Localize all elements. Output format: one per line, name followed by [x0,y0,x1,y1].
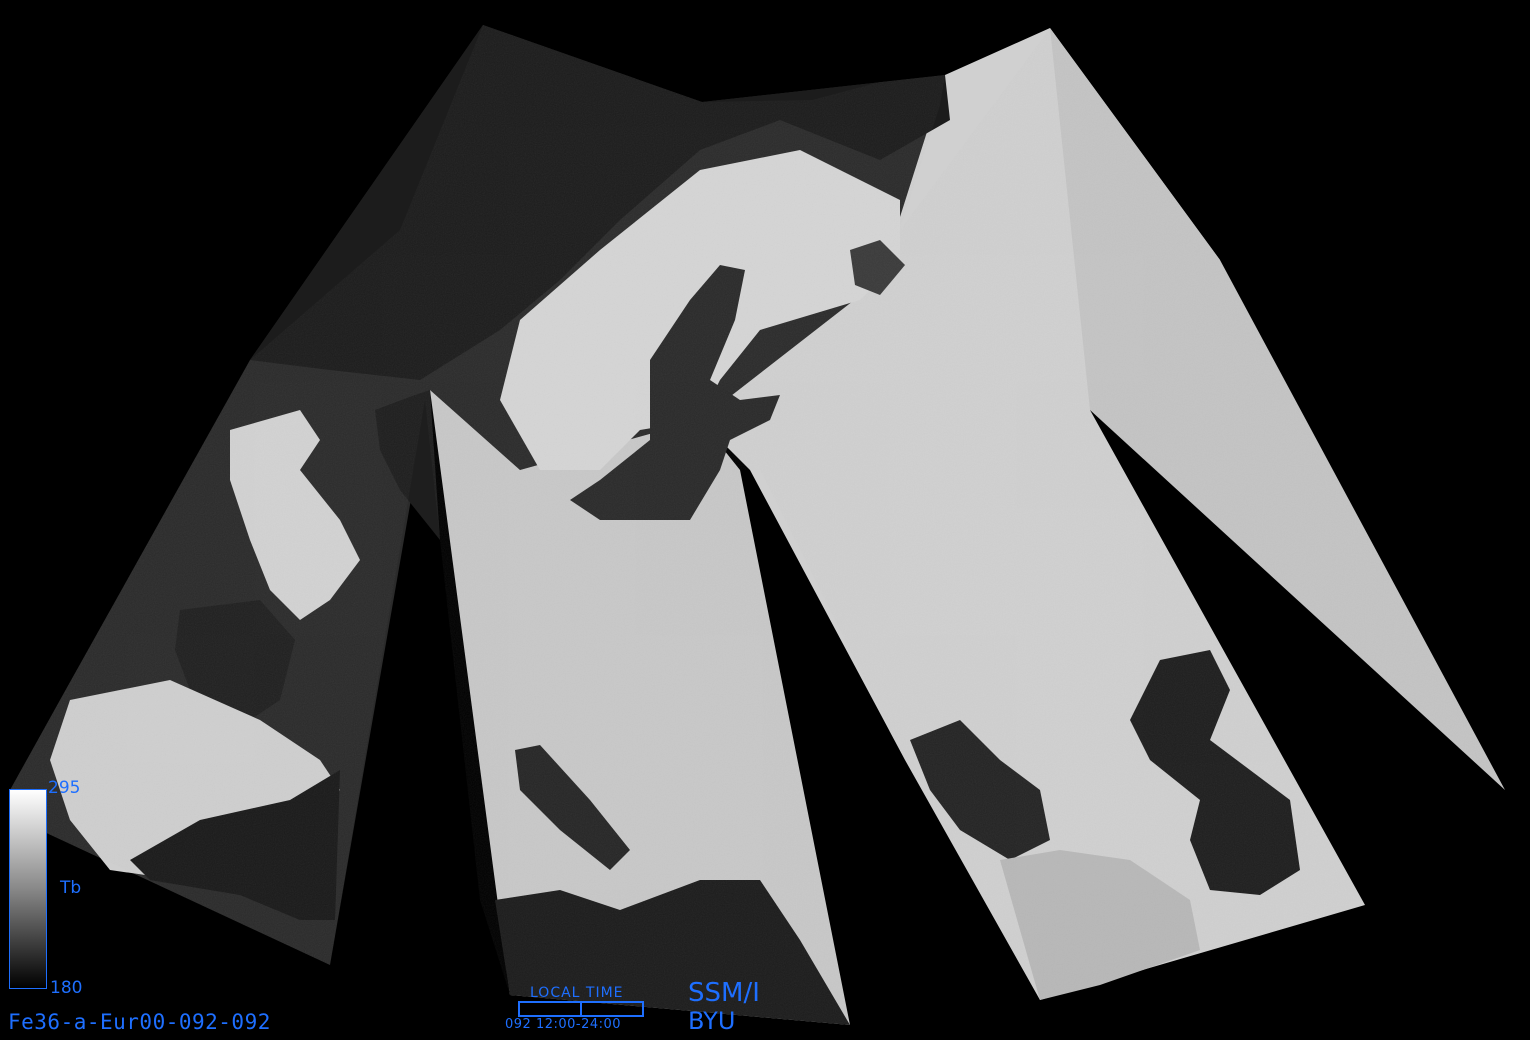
local-time-range: 092 12:00-24:00 [505,1017,622,1032]
local-time-title: LOCAL TIME [530,985,624,1001]
organization-label: BYU [688,1007,736,1035]
colorbar [9,789,47,989]
local-time-bar [518,1001,644,1017]
colorbar-max-label: 295 [48,778,81,798]
local-time-bar-fill [580,1001,644,1017]
colorbar-unit-label: Tb [60,878,82,898]
file-id-label: Fe36-a-Eur00-092-092 [8,1010,271,1034]
satellite-swath-image [10,25,1505,1025]
texture-overlay [10,25,1505,1025]
sensor-label: SSM/I [688,978,760,1008]
colorbar-min-label: 180 [50,978,83,998]
